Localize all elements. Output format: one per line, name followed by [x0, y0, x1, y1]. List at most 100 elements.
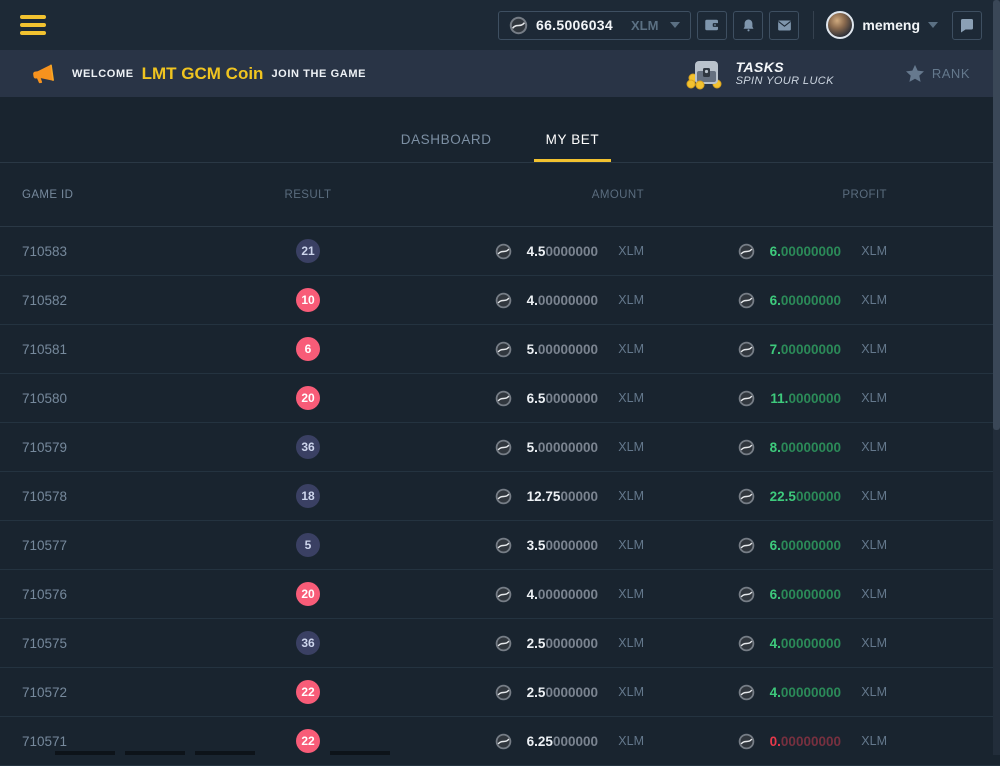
balance-box[interactable]: 66.5006034 XLM [498, 11, 691, 40]
avatar [826, 11, 854, 39]
game-id: 710583 [0, 244, 225, 259]
game-id: 710580 [0, 391, 225, 406]
currency-label: XLM [851, 489, 887, 503]
result-badge: 6 [296, 337, 320, 361]
wallet-button[interactable] [697, 11, 727, 40]
mail-button[interactable] [769, 11, 799, 40]
bet-amount: 5.00000000 [520, 440, 598, 455]
rank-widget[interactable]: RANK [904, 63, 970, 85]
currency-label: XLM [608, 293, 644, 307]
profit-amount: 11.0000000 [763, 391, 841, 406]
bet-amount: 5.00000000 [520, 342, 598, 357]
chevron-down-icon[interactable] [670, 22, 680, 28]
currency-label: XLM [851, 342, 887, 356]
currency-label: XLM [608, 538, 644, 552]
stellar-coin-icon [495, 586, 512, 603]
currency-label: XLM [608, 587, 644, 601]
table-row[interactable]: 710582 10 4.00000000 XLM 6.00000000 XLM [0, 276, 1000, 325]
scrollbar-thumb[interactable] [993, 0, 1000, 430]
currency-label[interactable]: XLM [631, 18, 658, 33]
game-id: 710575 [0, 636, 225, 651]
table-row[interactable]: 710575 36 2.50000000 XLM 4.00000000 XLM [0, 619, 1000, 668]
balance-amount: 66.5006034 [536, 17, 613, 33]
table-row[interactable]: 710583 21 4.50000000 XLM 6.00000000 XLM [0, 227, 1000, 276]
profit-amount: 0.00000000 [763, 734, 841, 749]
tab-dashboard[interactable]: DASHBOARD [389, 132, 504, 162]
scrollbar-track[interactable] [993, 0, 1000, 755]
profit-amount: 4.00000000 [763, 636, 841, 651]
header-result: RESULT [225, 189, 391, 201]
table-row[interactable]: 710579 36 5.00000000 XLM 8.00000000 XLM [0, 423, 1000, 472]
stellar-coin-icon [495, 439, 512, 456]
stellar-coin-icon [495, 390, 512, 407]
result-badge: 22 [296, 729, 320, 753]
currency-label: XLM [851, 244, 887, 258]
stellar-coin-icon [495, 341, 512, 358]
currency-label: XLM [608, 391, 644, 405]
currency-label: XLM [851, 293, 887, 307]
tasks-title: TASKS [736, 59, 834, 75]
notifications-button[interactable] [733, 11, 763, 40]
envelope-icon [776, 17, 793, 34]
tasks-widget[interactable]: TASKS SPIN YOUR LUCK [686, 57, 834, 91]
profit-amount: 6.00000000 [763, 538, 841, 553]
currency-label: XLM [608, 734, 644, 748]
result-badge: 10 [296, 288, 320, 312]
topbar: 66.5006034 XLM memeng [0, 0, 1000, 50]
bet-amount: 2.50000000 [520, 636, 598, 651]
chat-button[interactable] [952, 11, 982, 40]
table-row[interactable]: 710572 22 2.50000000 XLM 4.00000000 XLM [0, 668, 1000, 717]
header-game-id: GAME ID [0, 189, 225, 201]
table-row[interactable]: 710571 22 6.25000000 XLM 0.00000000 XLM [0, 717, 1000, 766]
stellar-coin-icon [738, 243, 755, 260]
game-id: 710572 [0, 685, 225, 700]
profit-amount: 7.00000000 [763, 342, 841, 357]
tasks-subtitle: SPIN YOUR LUCK [736, 75, 834, 88]
coin-name: LMT GCM Coin [142, 64, 264, 84]
table-row[interactable]: 710576 20 4.00000000 XLM 6.00000000 XLM [0, 570, 1000, 619]
stellar-coin-icon [495, 733, 512, 750]
result-badge: 5 [296, 533, 320, 557]
hamburger-menu-icon[interactable] [20, 15, 46, 35]
stellar-coin-icon [495, 243, 512, 260]
currency-label: XLM [851, 587, 887, 601]
bet-amount: 4.00000000 [520, 293, 598, 308]
profit-amount: 6.00000000 [763, 244, 841, 259]
stellar-coin-icon [738, 586, 755, 603]
chat-icon [958, 16, 976, 34]
currency-label: XLM [608, 440, 644, 454]
stellar-coin-icon [738, 537, 755, 554]
game-id: 710581 [0, 342, 225, 357]
game-id: 710578 [0, 489, 225, 504]
currency-label: XLM [851, 636, 887, 650]
game-id: 710579 [0, 440, 225, 455]
currency-label: XLM [851, 685, 887, 699]
stellar-coin-icon [738, 488, 755, 505]
next-section-edge [0, 751, 1000, 755]
game-id: 710577 [0, 538, 225, 553]
treasure-chest-icon [686, 57, 726, 91]
table-row[interactable]: 710578 18 12.7500000 XLM 22.5000000 XLM [0, 472, 1000, 521]
stellar-coin-icon [738, 390, 755, 407]
tab-bar: DASHBOARD MY BET [0, 97, 1000, 163]
profit-amount: 6.00000000 [763, 293, 841, 308]
stellar-coin-icon [738, 439, 755, 456]
result-badge: 36 [296, 435, 320, 459]
welcome-label: WELCOME [72, 68, 134, 80]
table-row[interactable]: 710577 5 3.50000000 XLM 6.00000000 XLM [0, 521, 1000, 570]
currency-label: XLM [608, 342, 644, 356]
bet-amount: 6.50000000 [520, 391, 598, 406]
divider [813, 11, 814, 39]
user-menu[interactable]: memeng [826, 11, 938, 39]
result-badge: 18 [296, 484, 320, 508]
table-row[interactable]: 710580 20 6.50000000 XLM 11.0000000 XLM [0, 374, 1000, 423]
game-id: 710576 [0, 587, 225, 602]
result-badge: 22 [296, 680, 320, 704]
star-icon [904, 63, 926, 85]
currency-label: XLM [608, 244, 644, 258]
tab-my-bet[interactable]: MY BET [534, 132, 612, 162]
stellar-coin-icon [738, 341, 755, 358]
stellar-coin-icon [495, 684, 512, 701]
table-row[interactable]: 710581 6 5.00000000 XLM 7.00000000 XLM [0, 325, 1000, 374]
bet-amount: 3.50000000 [520, 538, 598, 553]
